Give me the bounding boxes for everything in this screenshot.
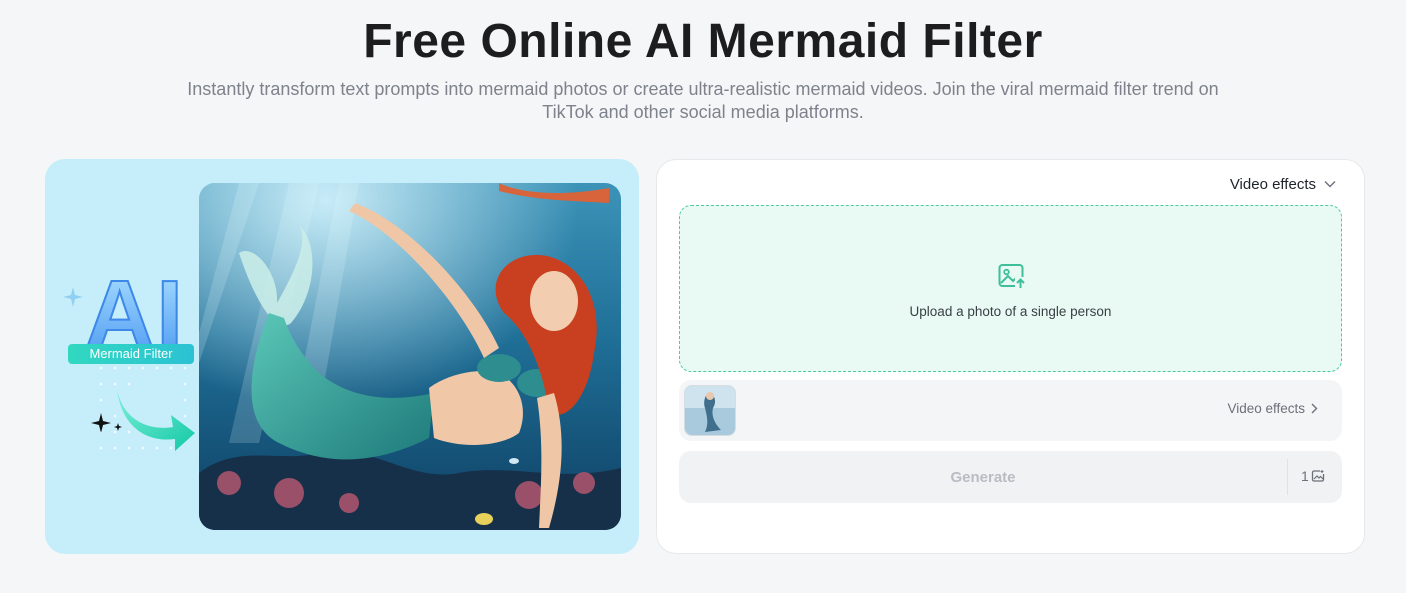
curved-arrow-icon [117, 389, 195, 451]
page-subtitle: Instantly transform text prompts into me… [187, 79, 1219, 122]
effect-selector-row[interactable]: Video effects [679, 380, 1342, 441]
showcase-panel: AI Mermaid Filter [45, 159, 639, 554]
mode-dropdown[interactable]: Video effects [1230, 174, 1336, 194]
generate-button[interactable]: Generate [679, 451, 1287, 503]
credit-cost: 1 [1301, 468, 1325, 484]
video-effects-link[interactable]: Video effects [1227, 401, 1318, 416]
chevron-right-icon [1311, 403, 1318, 414]
generator-panel: Video effects Upload a photo of a single… [656, 159, 1365, 554]
mode-dropdown-label: Video effects [1229, 175, 1316, 193]
video-effects-link-label: Video effects [1227, 401, 1305, 416]
photo-upload-dropzone[interactable]: Upload a photo of a single person [679, 205, 1342, 372]
mermaid-hero-image [199, 183, 621, 530]
mermaid-filter-badge: Mermaid Filter [68, 344, 194, 364]
upload-label: Upload a photo of a single person [909, 304, 1112, 319]
page-title: Free Online AI Mermaid Filter [363, 15, 1043, 68]
generate-bar: Generate 1 [679, 451, 1342, 503]
credit-image-icon [1311, 469, 1325, 482]
sparkle-icon [63, 287, 83, 307]
effect-thumbnail [684, 385, 736, 436]
credit-count: 1 [1301, 468, 1309, 484]
image-upload-icon [998, 264, 1026, 289]
generate-divider [1287, 459, 1288, 495]
chevron-down-icon [1324, 181, 1336, 188]
